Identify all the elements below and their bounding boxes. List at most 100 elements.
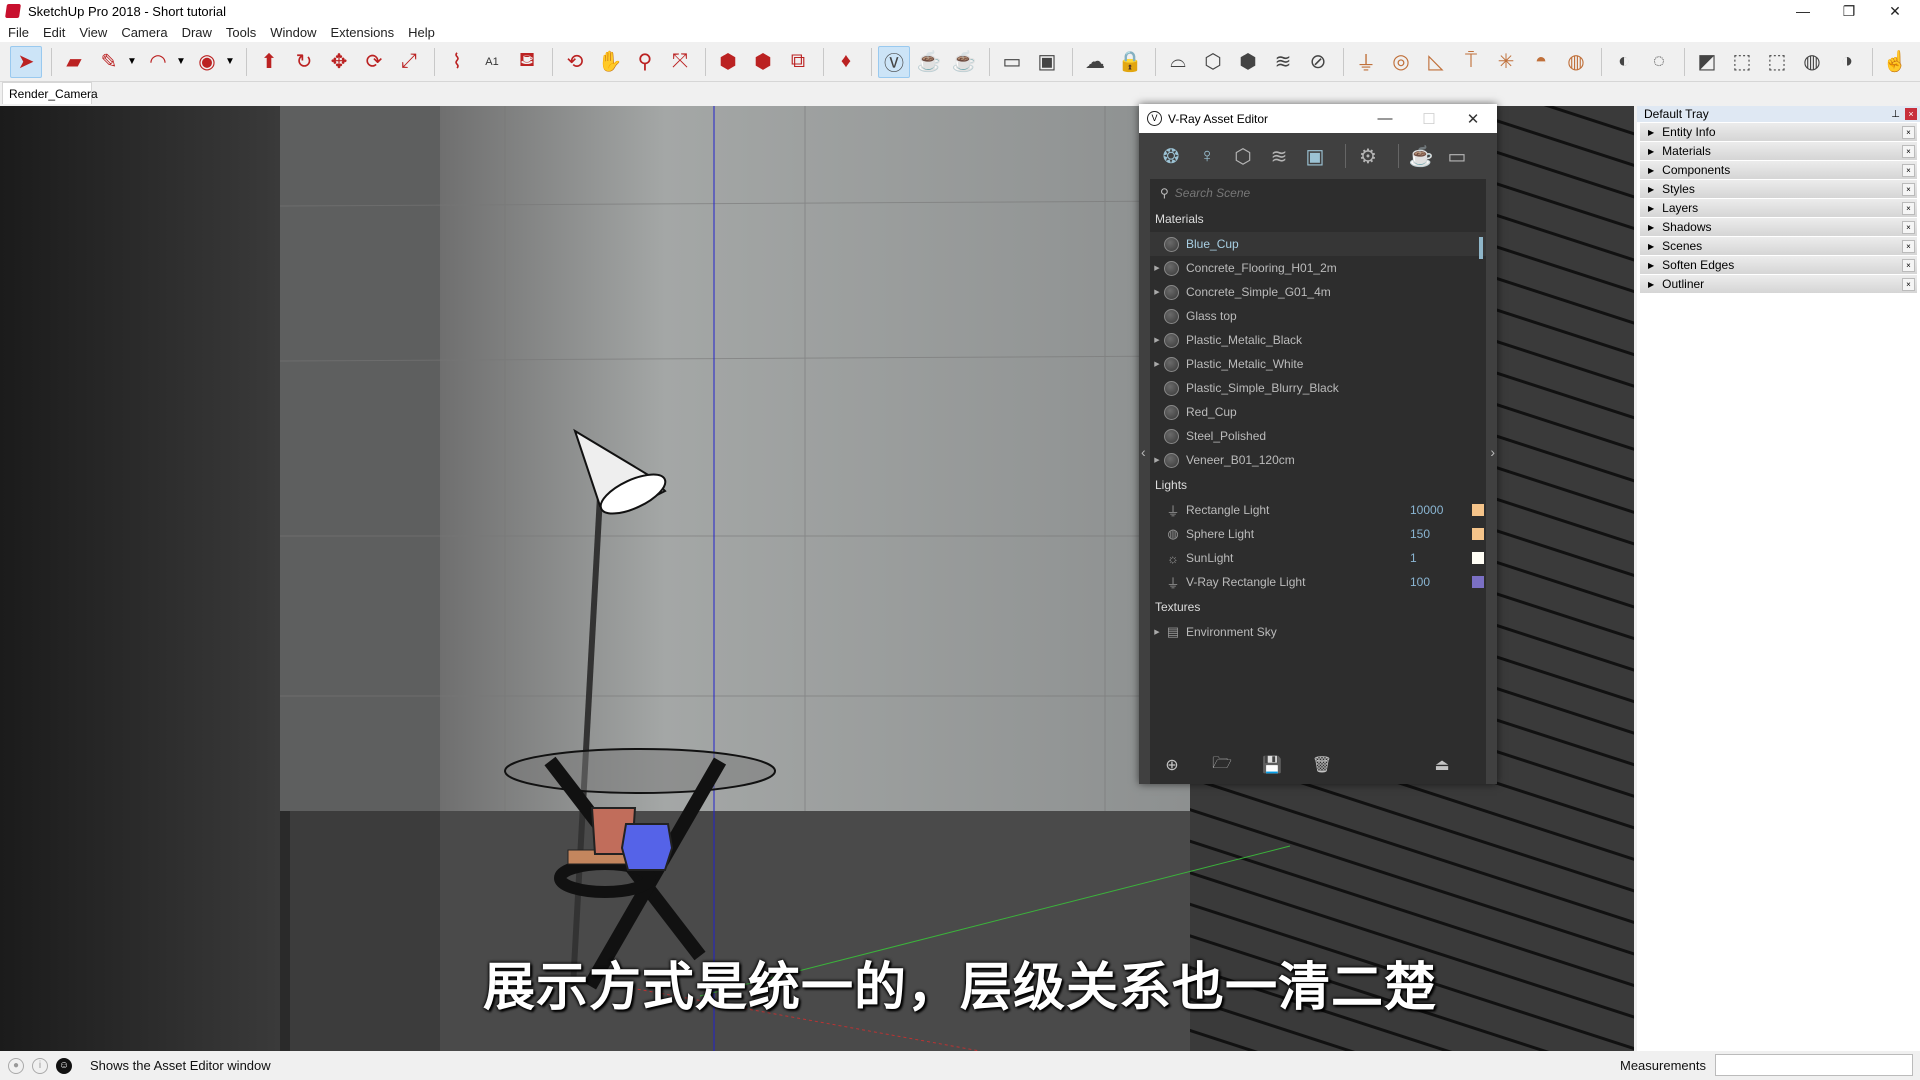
settings-gear-icon[interactable]: ⚙: [1354, 142, 1382, 170]
orbit-tool-button[interactable]: ⟲: [559, 46, 591, 78]
tray-panel-shadows[interactable]: ▶ Shadows ×: [1640, 218, 1917, 236]
close-button[interactable]: ✕: [1872, 0, 1918, 22]
light-item[interactable]: ◍ Sphere Light 150: [1150, 522, 1486, 546]
zoom-tool-button[interactable]: ⚲: [629, 46, 661, 78]
light-intensity[interactable]: 10000: [1410, 503, 1443, 517]
expand-arrow-icon[interactable]: ▶: [1150, 336, 1164, 344]
material-item[interactable]: Blue_Cup: [1150, 232, 1486, 256]
menu-extensions[interactable]: Extensions: [331, 25, 395, 40]
material-item[interactable]: Plastic_Simple_Blurry_Black: [1150, 376, 1486, 400]
tray-panel-components[interactable]: ▶ Components ×: [1640, 161, 1917, 179]
menu-window[interactable]: Window: [270, 25, 316, 40]
vray-minimize-button[interactable]: —: [1363, 104, 1407, 133]
geometry-category-icon[interactable]: ⬡: [1229, 142, 1257, 170]
textures-category-icon[interactable]: ▣: [1301, 142, 1329, 170]
light-color-swatch[interactable]: [1472, 528, 1484, 540]
pin-icon[interactable]: ⊥: [1891, 109, 1900, 120]
vray-rectangle-light-button[interactable]: ⏚: [1350, 46, 1382, 78]
panel-close-button[interactable]: ×: [1902, 239, 1915, 253]
light-intensity[interactable]: 150: [1410, 527, 1430, 541]
vray-ies-light-button[interactable]: ⍑: [1455, 46, 1487, 78]
move-tool-button[interactable]: ✥: [323, 46, 355, 78]
texture-item[interactable]: ▶ ▤ Environment Sky: [1150, 620, 1486, 644]
panel-close-button[interactable]: ×: [1902, 182, 1915, 196]
save-icon[interactable]: 💾: [1261, 754, 1283, 776]
expand-right-arrow-icon[interactable]: ›: [1490, 444, 1495, 460]
menu-draw[interactable]: Draw: [182, 25, 212, 40]
light-item[interactable]: ☼ SunLight 1: [1150, 546, 1486, 570]
paint-bucket-tool-button[interactable]: ⛾: [511, 46, 543, 78]
expand-arrow-icon[interactable]: ▶: [1150, 288, 1164, 296]
geo-location-icon[interactable]: ●: [8, 1057, 24, 1074]
material-item[interactable]: ▶ Plastic_Metalic_White: [1150, 352, 1486, 376]
vray-selection-button[interactable]: ◌: [1643, 46, 1675, 78]
vray-cloud-button[interactable]: ☁: [1079, 46, 1111, 78]
expand-arrow-icon[interactable]: ▶: [1150, 264, 1164, 272]
follow-me-tool-button[interactable]: ↻: [288, 46, 320, 78]
menu-tools[interactable]: Tools: [226, 25, 256, 40]
materials-category-icon[interactable]: ❂: [1157, 142, 1185, 170]
vray-render-button[interactable]: ☕: [913, 46, 945, 78]
push-pull-tool-button[interactable]: ⬆: [253, 46, 285, 78]
pan-tool-button[interactable]: ✋: [594, 46, 626, 78]
measurements-input[interactable]: [1715, 1054, 1913, 1076]
tray-close-button[interactable]: ×: [1905, 108, 1917, 120]
menu-file[interactable]: File: [8, 25, 29, 40]
vray-import-proxy-button[interactable]: ⬢: [1232, 46, 1264, 78]
vray-pick-object-button[interactable]: ☝: [1879, 46, 1911, 78]
panel-close-button[interactable]: ×: [1902, 125, 1915, 139]
extension-manager-button[interactable]: ♦: [830, 46, 862, 78]
send-to-layout-button[interactable]: ⧉: [782, 46, 814, 78]
panel-close-button[interactable]: ×: [1902, 163, 1915, 177]
3d-warehouse-button[interactable]: ⬢: [712, 46, 744, 78]
open-folder-icon[interactable]: 🗁: [1211, 754, 1233, 776]
vray-dome-light-button[interactable]: ◓: [1525, 46, 1557, 78]
tray-panel-scenes[interactable]: ▶ Scenes ×: [1640, 237, 1917, 255]
user-account-icon[interactable]: ☺: [56, 1057, 72, 1074]
vray-lock-button[interactable]: 🔒: [1114, 46, 1146, 78]
vray-interactive-render-button[interactable]: ☕: [948, 46, 980, 78]
vray-render-region-button[interactable]: ▭: [996, 46, 1028, 78]
light-color-swatch[interactable]: [1472, 576, 1484, 588]
create-asset-icon[interactable]: ⊕: [1161, 754, 1183, 776]
scene-tab-render-camera[interactable]: Render_Camera: [2, 82, 98, 104]
vray-uvw-2-button[interactable]: ⬚: [1726, 46, 1758, 78]
vray-mesh-light-button[interactable]: ◍: [1560, 46, 1592, 78]
credits-info-icon[interactable]: i: [32, 1057, 48, 1074]
vray-maximize-button[interactable]: ☐: [1407, 104, 1451, 133]
menu-edit[interactable]: Edit: [43, 25, 65, 40]
tray-panel-outliner[interactable]: ▶ Outliner ×: [1640, 275, 1917, 293]
vray-fur-button[interactable]: ≋: [1267, 46, 1299, 78]
material-item[interactable]: Glass top: [1150, 304, 1486, 328]
vray-uvw-3-button[interactable]: ⬚: [1761, 46, 1793, 78]
menu-camera[interactable]: Camera: [121, 25, 167, 40]
delete-trash-icon[interactable]: 🗑: [1311, 754, 1333, 776]
search-scene-input[interactable]: ⚲ Search Scene: [1150, 179, 1486, 206]
vray-sphere-light-button[interactable]: ◎: [1385, 46, 1417, 78]
panel-close-button[interactable]: ×: [1902, 277, 1915, 291]
vray-mesh-clipper-button[interactable]: ⊘: [1302, 46, 1334, 78]
arc-tool-dropdown-icon[interactable]: ▼: [174, 46, 188, 78]
vray-uvw-4-button[interactable]: ◍: [1796, 46, 1828, 78]
select-tool-button[interactable]: ➤: [10, 45, 42, 78]
list-scrollbar[interactable]: [1479, 237, 1483, 259]
vray-infinite-plane-button[interactable]: ⌓: [1162, 46, 1194, 78]
expand-arrow-icon[interactable]: ▶: [1150, 456, 1164, 464]
collapse-left-arrow-icon[interactable]: ‹: [1141, 444, 1146, 460]
panel-close-button[interactable]: ×: [1902, 220, 1915, 234]
material-item[interactable]: ▶ Veneer_B01_120cm: [1150, 448, 1486, 472]
minimize-button[interactable]: —: [1780, 0, 1826, 22]
extension-warehouse-button[interactable]: ⬢: [747, 46, 779, 78]
light-color-swatch[interactable]: [1472, 504, 1484, 516]
light-intensity[interactable]: 1: [1410, 551, 1417, 565]
menu-view[interactable]: View: [79, 25, 107, 40]
line-tool-button[interactable]: ✎: [93, 46, 125, 78]
tray-panel-materials[interactable]: ▶ Materials ×: [1640, 142, 1917, 160]
expand-arrow-icon[interactable]: ▶: [1150, 628, 1164, 636]
material-item[interactable]: Steel_Polished: [1150, 424, 1486, 448]
vray-export-proxy-button[interactable]: ⬡: [1197, 46, 1229, 78]
panel-close-button[interactable]: ×: [1902, 144, 1915, 158]
material-item[interactable]: ▶ Plastic_Metalic_Black: [1150, 328, 1486, 352]
line-tool-dropdown-icon[interactable]: ▼: [125, 46, 139, 78]
tray-panel-entity-info[interactable]: ▶ Entity Info ×: [1640, 123, 1917, 141]
